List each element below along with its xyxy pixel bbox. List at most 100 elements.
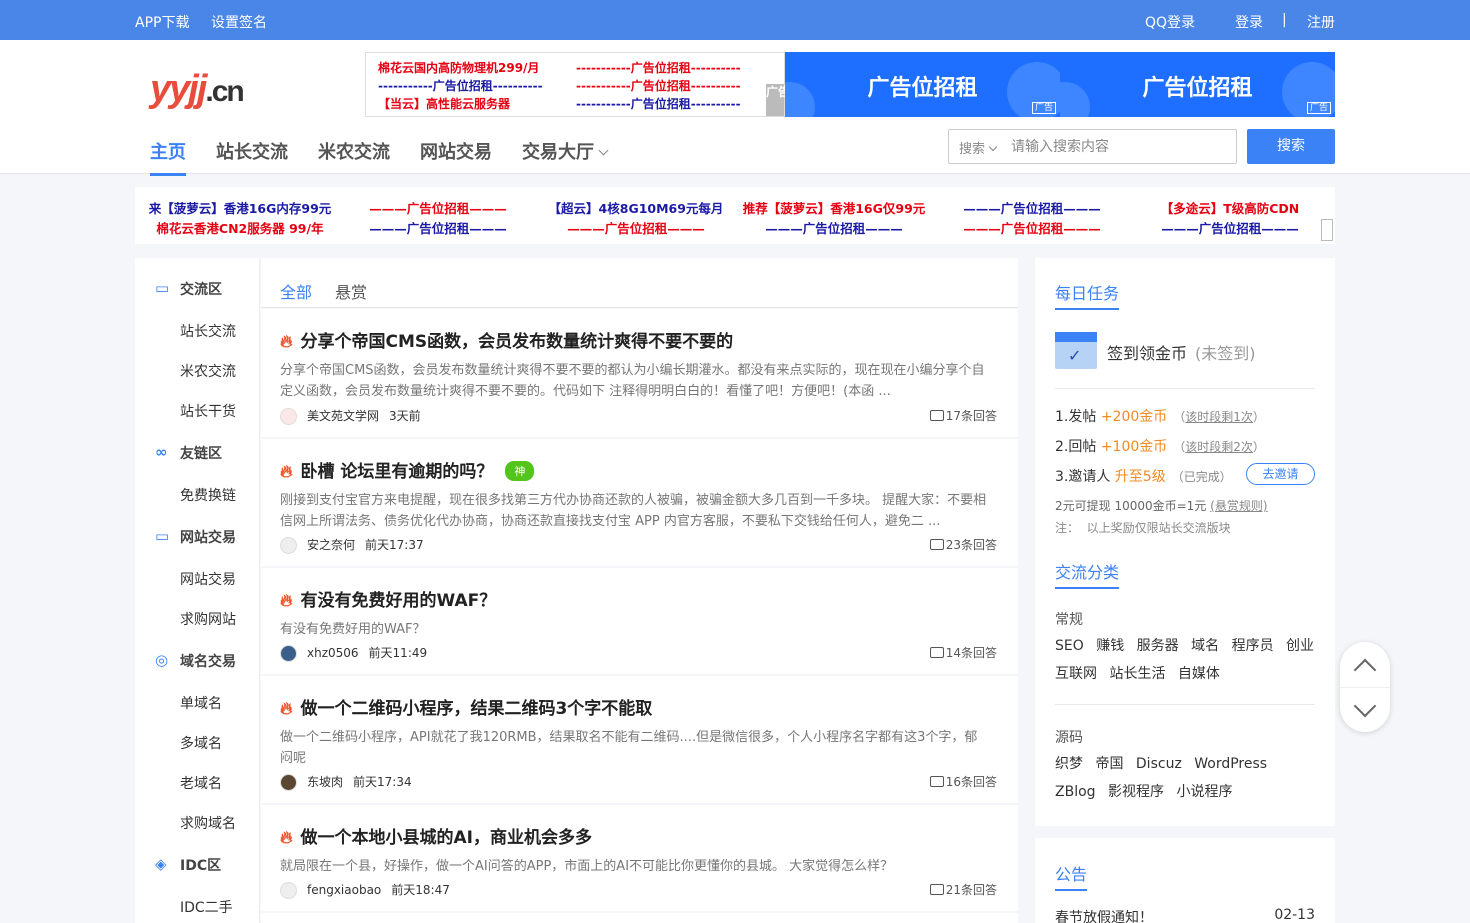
tag[interactable]: 小说程序 <box>1176 784 1232 800</box>
text-ad[interactable]: 【当云】高性能云服务器 <box>378 95 510 112</box>
sidebar-item[interactable]: IDC二手 <box>180 897 233 917</box>
banner-ad[interactable]: 广告位招租 广告 <box>785 52 1060 117</box>
strip-ad[interactable]: ———广告位招租——— <box>340 218 536 237</box>
post-replies[interactable]: 21条回答 <box>929 881 997 898</box>
tag[interactable]: 服务器 <box>1137 638 1179 654</box>
strip-ad[interactable]: 【多途云】T级高防CDN <box>1132 198 1328 217</box>
strip-ad[interactable]: 【超云】4核8G10M69元每月 <box>538 198 734 217</box>
search-input[interactable] <box>1011 136 1226 158</box>
calendar-icon[interactable]: ✓ <box>1055 332 1097 369</box>
nav-trade-hall[interactable]: 交易大厅 <box>522 138 609 164</box>
avatar[interactable] <box>280 537 297 554</box>
set-signature-link[interactable]: 设置签名 <box>211 12 267 32</box>
sidebar-item[interactable]: 单域名 <box>180 693 222 713</box>
avatar[interactable] <box>280 774 297 791</box>
post-author[interactable]: 美文苑文学网 <box>307 409 379 423</box>
tag[interactable]: 帝国 <box>1095 756 1123 772</box>
sidebar-item[interactable]: 求购网站 <box>180 609 236 629</box>
search-box: 搜索 <box>948 129 1237 164</box>
sidebar-item[interactable]: 站长交流 <box>180 321 236 341</box>
tag[interactable]: WordPress <box>1194 756 1267 772</box>
tag[interactable]: 站长生活 <box>1109 666 1165 682</box>
post-title[interactable]: 🔥︎ 做一个二维码小程序，结果二维码3个字不能取 <box>280 694 652 719</box>
notice-item[interactable]: 春节放假通知！ <box>1055 907 1153 923</box>
post-item[interactable]: 🔥︎ 分享个帝国CMS函数，会员发布数量统计爽得不要不要的 分享个帝国CMS函数，… <box>261 309 1018 437</box>
post-item[interactable]: 🔥︎ 做一个本地小县城的AI，商业机会多多 就局限在一个县，好操作，做一个AI问答… <box>261 805 1018 911</box>
scroll-up-icon[interactable] <box>1353 658 1377 682</box>
post-title[interactable]: 🔥︎ 卧槽 论坛里有逾期的吗？神 <box>280 457 535 482</box>
post-item[interactable]: 🔥︎ 有没有免费好用的WAF？ 有没有免费好用的WAF？ xhz0506 前天11:… <box>261 568 1018 674</box>
avatar[interactable] <box>280 645 297 662</box>
nav-home[interactable]: 主页 <box>150 138 186 176</box>
notice-date: 02-13 <box>1274 907 1315 923</box>
tab-bounty[interactable]: 悬赏 <box>335 279 367 303</box>
text-ad[interactable]: 棉花云国内高防物理机299/月 <box>378 59 539 76</box>
avatar[interactable] <box>280 882 297 899</box>
strip-ad[interactable]: 棉花云香港CN2服务器 99/年 <box>142 218 338 237</box>
strip-ad[interactable]: 来【菠萝云】香港16G内存99元 <box>142 198 338 217</box>
site-logo[interactable]: yyjj.cn <box>150 68 245 111</box>
rules-link[interactable]: (悬赏规则) <box>1210 499 1267 513</box>
qq-login-link[interactable]: QQ登录 <box>1145 12 1195 32</box>
post-title[interactable]: 🔥︎ 有没有免费好用的WAF？ <box>280 586 496 611</box>
post-item[interactable]: 🔥︎ 卧槽 论坛里有逾期的吗？神 刚接到支付宝官方来电提醒，现在很多找第三方代办协… <box>261 439 1018 566</box>
search-scope-select[interactable]: 搜索 <box>959 138 998 157</box>
post-author[interactable]: 安之奈何 <box>307 538 355 552</box>
tab-all[interactable]: 全部 <box>280 279 312 303</box>
nav-webmaster-talk[interactable]: 站长交流 <box>216 138 288 164</box>
tag[interactable]: ZBlog <box>1055 784 1096 800</box>
post-meta: fengxiaobao 前天18:47 <box>280 881 450 899</box>
register-link[interactable]: 注册 <box>1307 12 1335 32</box>
text-ad[interactable]: -----------广告位招租---------- <box>576 59 741 76</box>
sidebar-item[interactable]: 米农交流 <box>180 361 236 381</box>
post-author[interactable]: xhz0506 <box>307 646 359 660</box>
strip-ad[interactable]: 推荐【菠萝云】香港16G仅99元 <box>736 198 932 217</box>
tag[interactable]: 域名 <box>1191 638 1219 654</box>
text-ad[interactable]: -----------广告位招租---------- <box>576 77 741 94</box>
post-item[interactable]: 🔥︎ 做一个二维码小程序，结果二维码3个字不能取 做一个二维码小程序，API就花了… <box>261 676 1018 803</box>
tag[interactable]: 赚钱 <box>1096 638 1124 654</box>
sidebar-item[interactable]: 老域名 <box>180 773 222 793</box>
nav-site-trade[interactable]: 网站交易 <box>420 138 492 164</box>
post-replies[interactable]: 16条回答 <box>929 773 997 790</box>
post-author[interactable]: 东坡肉 <box>307 775 343 789</box>
search-button[interactable]: 搜索 <box>1247 129 1335 164</box>
post-replies[interactable]: 14条回答 <box>929 644 997 661</box>
post-replies[interactable]: 23条回答 <box>929 536 997 553</box>
strip-ad[interactable]: ———广告位招租——— <box>1132 218 1328 237</box>
tag[interactable]: SEO <box>1055 638 1084 654</box>
text-ad[interactable]: -----------广告位招租---------- <box>378 77 543 94</box>
tag[interactable]: 织梦 <box>1055 756 1083 772</box>
tag[interactable]: 程序员 <box>1232 638 1274 654</box>
scroll-down-icon[interactable] <box>1353 694 1377 718</box>
invite-button[interactable]: 去邀请 <box>1246 463 1315 485</box>
strip-ad[interactable]: ———广告位招租——— <box>538 218 734 237</box>
signin-link[interactable]: 签到领金币 (未签到) <box>1107 340 1256 364</box>
tag[interactable]: 互联网 <box>1055 666 1097 682</box>
strip-ad[interactable]: ———广告位招租——— <box>736 218 932 237</box>
task-reply: 2.回帖 +100金币 （该时段剩2次） <box>1055 439 1265 455</box>
tag[interactable]: 自媒体 <box>1178 666 1220 682</box>
sidebar-item[interactable]: 多域名 <box>180 733 222 753</box>
banner-ad[interactable]: 广告位招租 广告 <box>1060 52 1335 117</box>
post-title[interactable]: 🔥︎ 做一个本地小县城的AI，商业机会多多 <box>280 823 592 848</box>
tag[interactable]: 影视程序 <box>1108 784 1164 800</box>
avatar[interactable] <box>280 408 297 425</box>
login-link[interactable]: 登录 <box>1235 12 1263 32</box>
app-download-link[interactable]: APP下载 <box>135 12 189 32</box>
tag[interactable]: Discuz <box>1136 756 1182 772</box>
post-replies[interactable]: 17条回答 <box>929 407 997 424</box>
post-title[interactable]: 🔥︎ 分享个帝国CMS函数，会员发布数量统计爽得不要不要的 <box>280 327 733 352</box>
sidebar-item[interactable]: 免费换链 <box>180 485 236 505</box>
text-ad[interactable]: -----------广告位招租---------- <box>576 95 741 112</box>
nav-domainer-talk[interactable]: 米农交流 <box>318 138 390 164</box>
strip-ad[interactable]: ———广告位招租——— <box>934 218 1130 237</box>
strip-ad[interactable]: ———广告位招租——— <box>934 198 1130 217</box>
sidebar-item[interactable]: 站长干货 <box>180 401 236 421</box>
sidebar-item[interactable]: 网站交易 <box>180 569 236 589</box>
sidebar-item[interactable]: 求购域名 <box>180 813 236 833</box>
post-author[interactable]: fengxiaobao <box>307 883 381 897</box>
tag[interactable]: 创业 <box>1286 638 1314 654</box>
text-ad-block[interactable]: 棉花云国内高防物理机299/月 -----------广告位招租--------… <box>365 52 790 117</box>
strip-ad[interactable]: ———广告位招租——— <box>340 198 536 217</box>
